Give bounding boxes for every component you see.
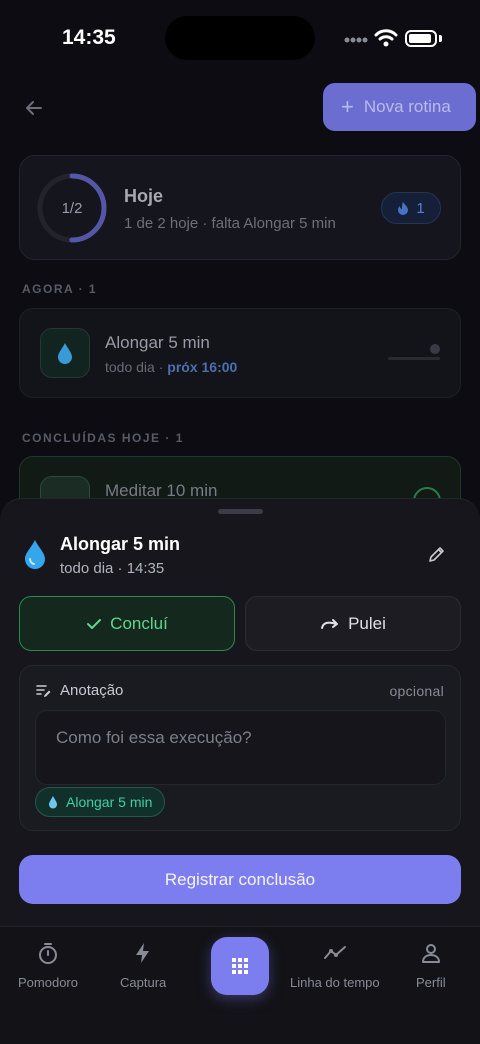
center-menu-button[interactable]: [211, 937, 269, 995]
plus-icon: +: [341, 94, 354, 119]
edit-button[interactable]: [424, 541, 450, 567]
redo-icon: [321, 618, 339, 629]
routine-icon-box: [40, 328, 90, 378]
streak-badge: 1: [381, 192, 441, 224]
sheet-grabber[interactable]: [218, 509, 263, 514]
today-title: Hoje: [124, 186, 164, 206]
routine-frequency: todo dia ·: [105, 359, 168, 375]
routine-card-now[interactable]: Alongar 5 min todo dia · próx 16:00: [19, 308, 461, 398]
dynamic-island: [165, 16, 315, 60]
section-done: CONCLUÍDAS HOJE · 1: [22, 431, 184, 445]
note-input[interactable]: [35, 710, 446, 785]
status-time: 14:35: [62, 26, 116, 49]
sheet-title: Alongar 5 min: [60, 534, 181, 554]
flame-icon: [398, 202, 409, 215]
stopwatch-icon: [38, 943, 57, 964]
arrow-left-icon: [26, 101, 42, 115]
routine-next-time: próx 16:00: [167, 359, 238, 375]
skip-button-label: Pulei: [348, 613, 386, 633]
timeline-icon: [323, 946, 346, 959]
tab-profile[interactable]: Perfil: [416, 941, 446, 990]
pencil-icon: [429, 547, 444, 562]
tab-captura[interactable]: Captura: [120, 941, 166, 990]
water-drop-icon: [58, 343, 72, 364]
battery-icon: [405, 30, 437, 47]
section-done-count: · 1: [165, 431, 184, 445]
note-optional: opcional: [389, 683, 444, 699]
routine-tag-label: Alongar 5 min: [66, 794, 153, 810]
streak-count: 1: [416, 199, 425, 217]
skip-button[interactable]: Pulei: [245, 596, 461, 651]
done-button[interactable]: Concluí: [19, 596, 235, 651]
bolt-icon: [136, 943, 150, 963]
new-routine-button[interactable]: + Nova rotina: [323, 83, 476, 131]
section-now: AGORA · 1: [22, 282, 97, 296]
today-summary-card[interactable]: 1/2 Hoje 1 de 2 hoje · falta Alongar 5 m…: [19, 155, 461, 260]
note-edit-icon: [36, 684, 51, 697]
tab-profile-label: Perfil: [416, 975, 446, 990]
section-now-count: · 1: [78, 282, 98, 296]
section-done-label: CONCLUÍDAS HOJE: [22, 431, 161, 445]
swipe-track: [388, 357, 440, 360]
today-subtitle: 1 de 2 hoje · falta Alongar 5 min: [124, 215, 336, 232]
note-label: Anotação: [60, 682, 124, 699]
routine-title: Alongar 5 min: [105, 333, 210, 352]
tab-timeline-label: Linha do tempo: [290, 975, 380, 990]
routine-subtitle: todo dia · próx 16:00: [105, 359, 237, 375]
water-drop-icon: [49, 796, 57, 809]
routine-tag-chip[interactable]: Alongar 5 min: [35, 787, 166, 817]
note-section: Anotação opcional Alongar 5 min: [19, 665, 461, 831]
battery-tip: [439, 35, 442, 42]
grid-icon: [232, 958, 248, 974]
tab-pomodoro[interactable]: Pomodoro: [18, 941, 78, 990]
register-button[interactable]: Registrar conclusão: [19, 855, 461, 904]
new-routine-label: Nova rotina: [363, 97, 451, 116]
tab-bar: Pomodoro Captura Linha do tempo Perfil: [0, 926, 480, 1044]
section-now-label: AGORA: [22, 282, 74, 296]
swipe-handle[interactable]: [430, 344, 440, 354]
wifi-icon: [374, 29, 398, 47]
bottom-sheet: Alongar 5 min todo dia · 14:35 Concluí P…: [0, 498, 480, 938]
person-icon: [421, 944, 440, 963]
signal-icon: [344, 37, 368, 43]
note-header: Anotação: [36, 682, 123, 699]
check-icon: [87, 618, 102, 629]
tab-captura-label: Captura: [120, 975, 167, 990]
app-screen: 14:35 + Nova rotina 1/2 Hoje 1 de 2 hoje…: [0, 0, 480, 1044]
tab-pomodoro-label: Pomodoro: [18, 975, 78, 990]
progress-label: 1/2: [61, 199, 83, 217]
status-bar: 14:35: [0, 0, 480, 78]
tab-timeline[interactable]: Linha do tempo: [290, 941, 380, 990]
water-drop-icon: [25, 540, 45, 569]
sheet-subtitle: todo dia · 14:35: [60, 560, 165, 577]
done-button-label: Concluí: [110, 613, 168, 633]
back-button[interactable]: [20, 94, 48, 122]
